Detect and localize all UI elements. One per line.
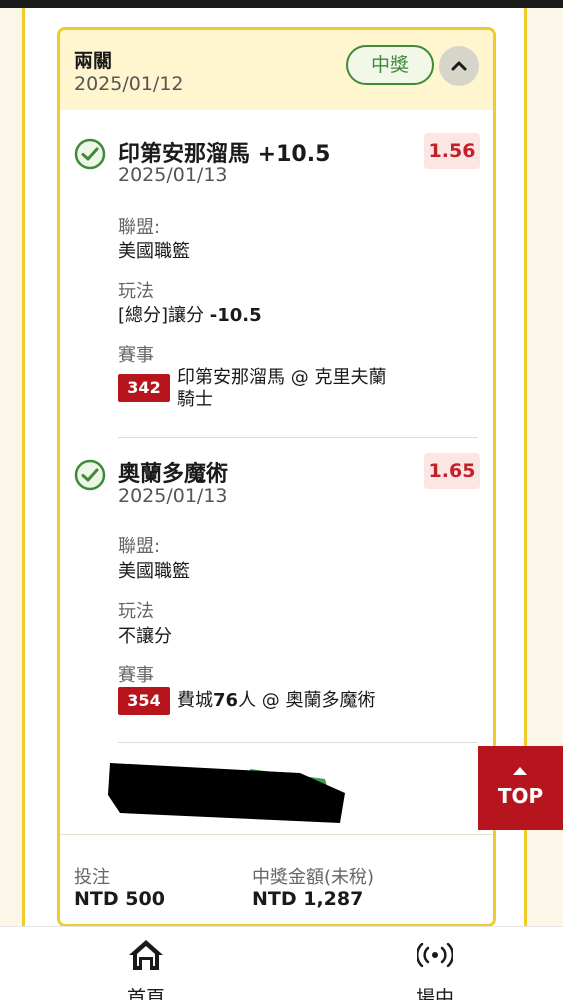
status-badge: 中獎: [346, 45, 434, 85]
nav-live[interactable]: 場中: [365, 927, 505, 1000]
scroll-top-button[interactable]: TOP: [478, 746, 563, 830]
nav-live-label: 場中: [415, 987, 454, 1000]
event-number-tag: 342: [118, 374, 170, 402]
leg-divider: [118, 742, 478, 743]
play-value: 不讓分: [118, 626, 172, 647]
leg-date: 2025/01/13: [118, 164, 228, 186]
caret-up-icon: [513, 767, 527, 775]
scroll-top-label: TOP: [497, 784, 544, 808]
event-name: 印第安那溜馬 @ 克里夫蘭 騎士: [177, 367, 387, 410]
leg-title: 奧蘭多魔術: [118, 462, 229, 487]
home-icon: [129, 940, 163, 970]
bottom-nav: 首頁 場中: [0, 926, 563, 1000]
play-label: 玩法: [118, 281, 154, 302]
check-circle-icon: [74, 459, 106, 491]
payout-label: 中獎金額(未稅): [252, 867, 375, 888]
nav-home-label: 首頁: [126, 987, 165, 1000]
play-label: 玩法: [118, 601, 154, 622]
broadcast-icon: [417, 943, 453, 967]
stake-value: NTD 500: [74, 888, 165, 910]
redacted-bet-number: [108, 763, 345, 823]
payout-value: NTD 1,287: [252, 888, 364, 910]
status-bar: [0, 0, 563, 8]
stake-label: 投注: [74, 867, 110, 888]
odds-badge: 1.65: [424, 453, 480, 489]
collapse-button[interactable]: [439, 46, 479, 86]
league-label: 聯盟:: [118, 536, 161, 557]
chevron-up-icon: [451, 61, 467, 71]
summary-divider: [60, 834, 493, 835]
bet-type: 兩關: [74, 50, 113, 72]
event-label: 賽事: [118, 345, 154, 366]
odds-badge: 1.56: [424, 133, 480, 169]
event-name: 費城76人 @ 奧蘭多魔術: [177, 690, 376, 711]
league-value: 美國職籃: [118, 561, 190, 582]
bet-card: 兩關 2025/01/12 中獎 印第安那溜馬 +10.5 2025/01/13…: [57, 27, 496, 927]
event-number-tag: 354: [118, 687, 170, 715]
bet-date: 2025/01/12: [74, 73, 184, 95]
league-label: 聯盟:: [118, 217, 161, 238]
league-value: 美國職籃: [118, 241, 190, 262]
bet-card-header[interactable]: 兩關 2025/01/12 中獎: [60, 30, 493, 110]
event-label: 賽事: [118, 665, 154, 686]
leg-date: 2025/01/13: [118, 485, 228, 507]
play-value: [總分]讓分 -10.5: [118, 305, 262, 326]
leg-divider: [118, 437, 478, 438]
check-circle-icon: [74, 138, 106, 170]
nav-home[interactable]: 首頁: [76, 927, 216, 1000]
